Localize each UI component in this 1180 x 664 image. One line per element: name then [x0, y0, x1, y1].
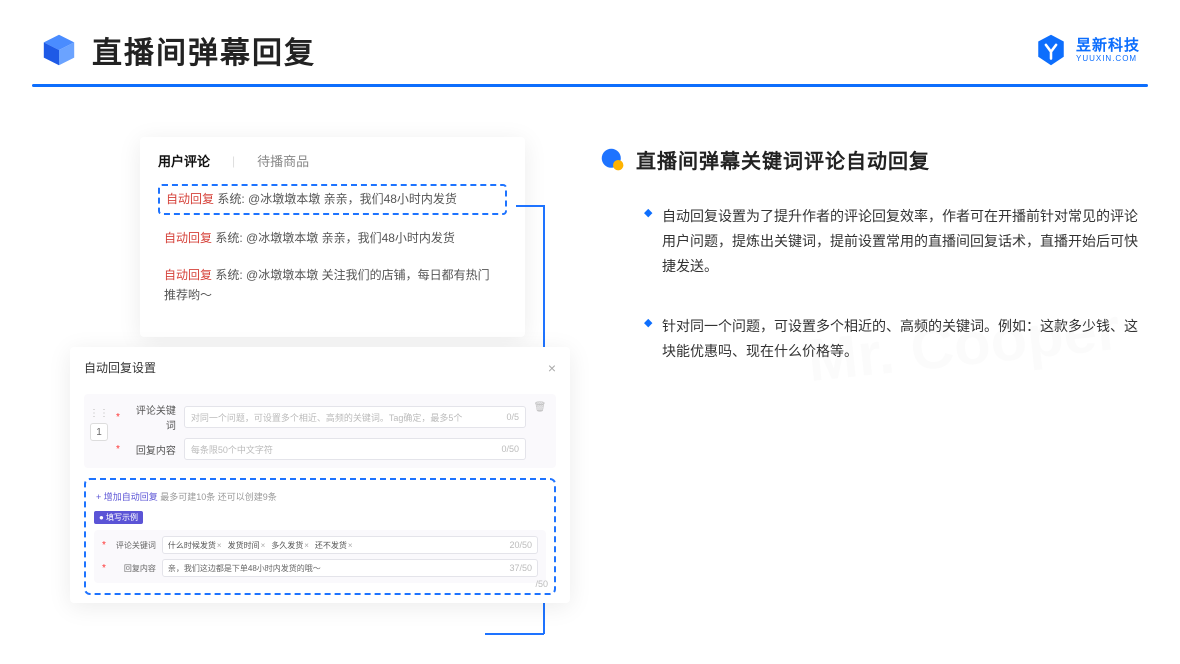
- stray-counter: /50: [535, 579, 548, 589]
- required-star-icon: *: [102, 563, 106, 574]
- content-counter: 0/50: [501, 444, 519, 454]
- bullet-item: 自动回复设置为了提升作者的评论回复效率，作者可在开播前针对常见的评论用户问题，提…: [644, 204, 1140, 280]
- brand-name-en: YUUXIN.COM: [1076, 55, 1140, 63]
- brand-name-cn: 昱新科技: [1076, 38, 1140, 53]
- ex-content-label: 回复内容: [112, 563, 156, 574]
- brand-logo-icon: [1034, 33, 1068, 67]
- page-title: 直播间弹幕回复: [92, 28, 316, 72]
- section-title: 直播间弹幕关键词评论自动回复: [636, 145, 930, 174]
- auto-reply-settings-dialog: 自动回复设置 × ⋮⋮ 1 * 评论关键词 对同一个问题，可设置多个相近、高频的…: [70, 347, 570, 603]
- ex-keyword-input[interactable]: 什么时候发货× 发货时间× 多久发货× 还不发货× 20/50: [162, 536, 538, 554]
- trash-icon[interactable]: 🗑: [534, 402, 547, 413]
- cube-icon: [40, 31, 78, 69]
- comment-row-highlight: 自动回复 系统: @冰墩墩本墩 亲亲，我们48小时内发货: [158, 184, 507, 215]
- tag-chip: 发货时间×: [228, 540, 266, 551]
- dialog-title: 自动回复设置: [84, 359, 156, 376]
- tag-chip: 什么时候发货×: [168, 540, 222, 551]
- ex-keyword-counter: 20/50: [509, 540, 532, 550]
- tag-chip: 多久发货×: [271, 540, 309, 551]
- keyword-counter: 0/5: [506, 412, 519, 422]
- required-star-icon: *: [102, 540, 106, 551]
- tag-chip: 还不发货×: [315, 540, 353, 551]
- chat-bubble-icon: [600, 147, 626, 173]
- comment-row: 自动回复 系统: @冰墩墩本墩 关注我们的店铺，每日都有热门推荐哟～: [158, 262, 507, 308]
- tab-user-comments[interactable]: 用户评论: [158, 151, 210, 170]
- connector-line: [485, 633, 544, 635]
- ex-content-input[interactable]: 亲，我们这边都是下单48小时内发货的哦～ 37/50: [162, 559, 538, 577]
- keyword-input[interactable]: 对同一个问题，可设置多个相近、高频的关键词。Tag确定，最多5个 0/5: [184, 406, 526, 428]
- connector-line: [516, 205, 544, 207]
- ex-keyword-label: 评论关键词: [112, 540, 156, 551]
- rule-index: 1: [90, 423, 108, 441]
- required-star-icon: *: [116, 412, 120, 423]
- close-icon[interactable]: ×: [548, 360, 556, 376]
- bullet-item: 针对同一个问题，可设置多个相近的、高频的关键词。例如：这款多少钱、这块能优惠吗、…: [644, 314, 1140, 364]
- example-badge: ● 填写示例: [94, 511, 143, 524]
- comment-row: 自动回复 系统: @冰墩墩本墩 亲亲，我们48小时内发货: [158, 225, 507, 252]
- content-input[interactable]: 每条限50个中文字符 0/50: [184, 438, 526, 460]
- add-auto-reply-link[interactable]: + 增加自动回复: [96, 492, 158, 502]
- tab-separator: |: [232, 154, 235, 168]
- tab-pending-goods[interactable]: 待播商品: [257, 151, 309, 170]
- drag-handle-icon[interactable]: ⋮⋮: [89, 408, 109, 419]
- required-star-icon: *: [116, 444, 120, 455]
- keyword-label: 评论关键词: [128, 402, 176, 432]
- ex-content-counter: 37/50: [509, 563, 532, 573]
- content-label: 回复内容: [128, 442, 176, 457]
- example-highlight-box: + 增加自动回复 最多可建10条 还可以创建9条 ● 填写示例 * 评论关键词 …: [84, 478, 556, 595]
- comments-panel: 用户评论 | 待播商品 自动回复 系统: @冰墩墩本墩 亲亲，我们48小时内发货…: [140, 137, 525, 337]
- reply-rule-block: ⋮⋮ 1 * 评论关键词 对同一个问题，可设置多个相近、高频的关键词。Tag确定…: [84, 394, 556, 468]
- auto-reply-tag: 自动回复: [166, 192, 214, 206]
- add-hint: 最多可建10条 还可以创建9条: [160, 492, 277, 502]
- brand-logo-block: 昱新科技 YUUXIN.COM: [1034, 33, 1140, 67]
